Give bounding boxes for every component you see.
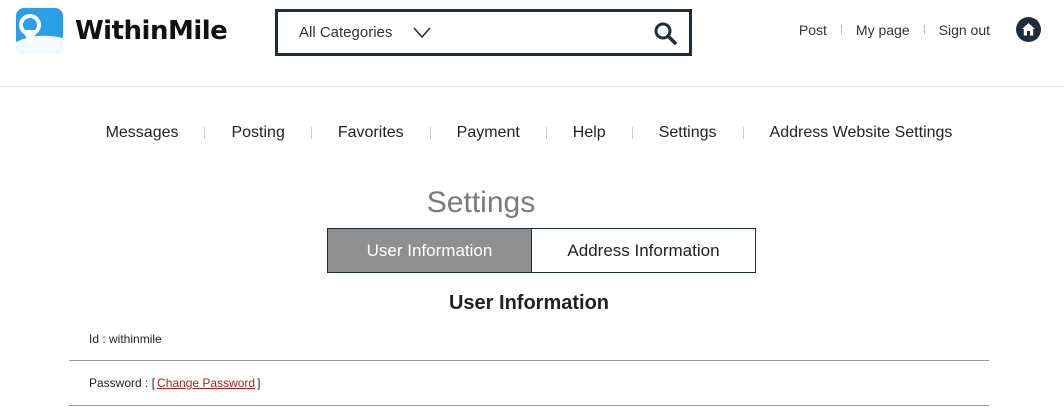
section-title: User Information [448,292,610,314]
post-link[interactable]: Post [799,22,827,38]
home-icon[interactable] [1016,17,1041,42]
settings-tabs: User Information Address Information [327,228,756,273]
my-page-link[interactable]: My page [856,22,910,38]
divider [204,127,206,139]
sign-out-link[interactable]: Sign out [939,22,990,38]
chevron-down-icon [413,26,431,38]
nav-item-posting[interactable]: Posting [231,124,284,142]
logo[interactable]: WithinMile [16,8,228,54]
divider [840,25,842,34]
category-select[interactable]: All Categories [299,24,431,41]
page-title: Settings [426,186,536,219]
password-row: Password : [ Change Password ] [69,361,989,406]
nav-item-help[interactable]: Help [573,124,606,142]
divider [310,127,312,139]
divider [429,127,431,139]
nav-item-favorites[interactable]: Favorites [338,124,404,142]
tab-user-information[interactable]: User Information [328,229,532,272]
nav-item-address-website-settings[interactable]: Address Website Settings [770,124,953,142]
user-id-row: Id : withinmile [69,318,989,361]
divider [742,127,744,139]
search-icon[interactable] [653,21,677,45]
change-password-link[interactable]: Change Password [157,376,255,390]
nav-item-messages[interactable]: Messages [106,124,179,142]
divider [631,127,633,139]
header: WithinMile All Categories Post My page S… [0,0,1064,87]
password-bracket-close: ] [257,376,261,390]
divider [923,25,925,34]
main-nav: Messages Posting Favorites Payment Help … [0,124,1064,142]
user-id-label: Id : [89,332,110,346]
brand-name: WithinMile [75,16,228,46]
top-links: Post My page Sign out [799,17,1041,42]
password-label: Password : [ [89,376,156,390]
user-id-value: withinmile [109,332,162,346]
category-select-label: All Categories [299,24,393,41]
nav-item-settings[interactable]: Settings [659,124,717,142]
nav-item-payment[interactable]: Payment [457,124,520,142]
search-bar: All Categories [275,9,692,56]
tab-address-information[interactable]: Address Information [532,229,755,272]
map-pin-icon [16,8,63,54]
divider [545,127,547,139]
